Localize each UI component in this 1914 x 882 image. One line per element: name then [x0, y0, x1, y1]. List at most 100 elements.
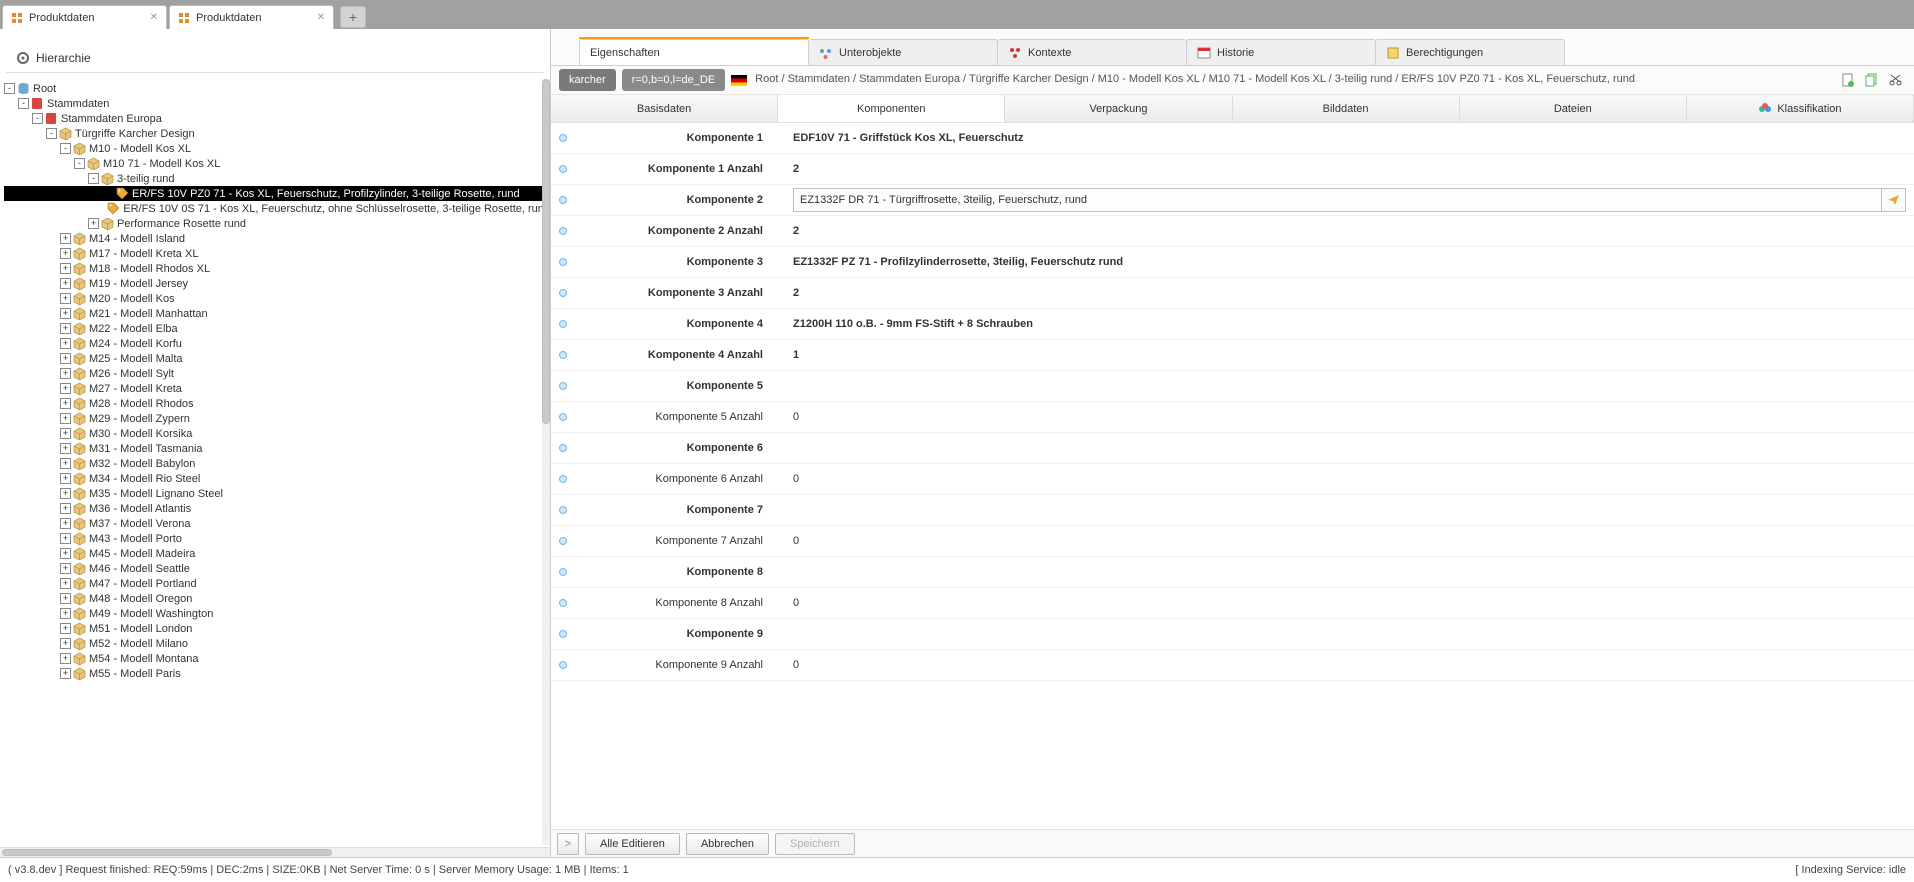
cut-icon[interactable] — [1886, 70, 1906, 90]
tree-toggle[interactable]: + — [60, 413, 71, 424]
horizontal-scrollbar[interactable] — [0, 847, 550, 857]
tree-toggle[interactable]: + — [60, 338, 71, 349]
tree-toggle[interactable]: + — [60, 593, 71, 604]
tree-node[interactable]: +M14 - Modell Island — [4, 231, 550, 246]
tree-node[interactable]: +M37 - Modell Verona — [4, 516, 550, 531]
sub-tab-verpackung[interactable]: Verpackung — [1005, 95, 1232, 122]
collapse-button[interactable]: > — [557, 833, 579, 855]
tree-node[interactable]: +M26 - Modell Sylt — [4, 366, 550, 381]
copy-icon[interactable] — [1862, 70, 1882, 90]
tree-node[interactable]: +M55 - Modell Paris — [4, 666, 550, 681]
tree-node[interactable]: +M34 - Modell Rio Steel — [4, 471, 550, 486]
new-page-icon[interactable] — [1838, 70, 1858, 90]
tree-node[interactable]: +M47 - Modell Portland — [4, 576, 550, 591]
tree-node[interactable]: ER/FS 10V PZ0 71 - Kos XL, Feuerschutz, … — [4, 186, 550, 201]
tree-toggle[interactable]: + — [60, 488, 71, 499]
vertical-scrollbar[interactable] — [542, 79, 550, 845]
tree-toggle[interactable]: + — [60, 458, 71, 469]
tree-node[interactable]: +M35 - Modell Lignano Steel — [4, 486, 550, 501]
tree-node[interactable]: +M49 - Modell Washington — [4, 606, 550, 621]
hierarchy-tree[interactable]: -Root-Stammdaten-Stammdaten Europa-Türgr… — [0, 77, 550, 847]
tree-toggle[interactable]: + — [60, 473, 71, 484]
tree-toggle[interactable]: + — [60, 668, 71, 679]
tree-node[interactable]: +M48 - Modell Oregon — [4, 591, 550, 606]
tree-node[interactable]: +M31 - Modell Tasmania — [4, 441, 550, 456]
tree-toggle[interactable]: + — [60, 383, 71, 394]
tree-toggle[interactable]: - — [74, 158, 85, 169]
locale-chip[interactable]: r=0,b=0,l=de_DE — [622, 69, 725, 91]
tree-node[interactable]: +M29 - Modell Zypern — [4, 411, 550, 426]
tree-node[interactable]: +M46 - Modell Seattle — [4, 561, 550, 576]
edit-all-button[interactable]: Alle Editieren — [585, 833, 680, 855]
tree-node[interactable]: -M10 - Modell Kos XL — [4, 141, 550, 156]
tree-node[interactable]: +Performance Rosette rund — [4, 216, 550, 231]
sub-tab-klassifikation[interactable]: Klassifikation — [1687, 95, 1914, 122]
tree-toggle[interactable]: + — [60, 398, 71, 409]
tab-properties[interactable]: Eigenschaften — [579, 39, 809, 65]
tree-toggle[interactable]: + — [60, 548, 71, 559]
tree-node[interactable]: +M43 - Modell Porto — [4, 531, 550, 546]
tree-node[interactable]: -3-teilig rund — [4, 171, 550, 186]
app-tab[interactable]: Produktdaten ✕ — [169, 5, 334, 29]
tab-history[interactable]: Historie — [1186, 39, 1376, 65]
tree-toggle[interactable]: + — [60, 638, 71, 649]
tree-node[interactable]: -M10 71 - Modell Kos XL — [4, 156, 550, 171]
gear-icon[interactable] — [16, 51, 30, 65]
cancel-button[interactable]: Abbrechen — [686, 833, 769, 855]
tree-toggle[interactable]: - — [18, 98, 29, 109]
tree-toggle[interactable]: + — [60, 578, 71, 589]
tree-toggle[interactable]: + — [60, 293, 71, 304]
tree-node[interactable]: +M36 - Modell Atlantis — [4, 501, 550, 516]
tree-toggle[interactable]: + — [60, 653, 71, 664]
tree-toggle[interactable]: + — [60, 278, 71, 289]
tree-node[interactable]: +M18 - Modell Rhodos XL — [4, 261, 550, 276]
tree-toggle[interactable]: - — [88, 173, 99, 184]
add-tab-button[interactable]: + — [340, 6, 366, 28]
save-button[interactable]: Speichern — [775, 833, 855, 855]
tenant-chip[interactable]: karcher — [559, 69, 616, 91]
tree-node[interactable]: +M51 - Modell London — [4, 621, 550, 636]
tree-toggle[interactable]: + — [60, 533, 71, 544]
tree-toggle[interactable]: + — [60, 428, 71, 439]
tree-toggle[interactable]: + — [88, 218, 99, 229]
tree-node[interactable]: +M17 - Modell Kreta XL — [4, 246, 550, 261]
property-picker-button[interactable] — [1882, 188, 1906, 212]
tree-toggle[interactable]: - — [60, 143, 71, 154]
tree-toggle[interactable]: + — [60, 503, 71, 514]
tree-toggle[interactable]: + — [60, 263, 71, 274]
close-icon[interactable]: ✕ — [317, 12, 325, 23]
tree-node[interactable]: +M52 - Modell Milano — [4, 636, 550, 651]
tree-toggle[interactable]: + — [60, 623, 71, 634]
tree-toggle[interactable]: + — [60, 233, 71, 244]
sub-tab-basisdaten[interactable]: Basisdaten — [551, 95, 778, 122]
tree-node[interactable]: +M20 - Modell Kos — [4, 291, 550, 306]
tree-toggle[interactable]: + — [60, 368, 71, 379]
tree-node[interactable]: +M45 - Modell Madeira — [4, 546, 550, 561]
tree-node[interactable]: +M24 - Modell Korfu — [4, 336, 550, 351]
tree-node[interactable]: +M30 - Modell Korsika — [4, 426, 550, 441]
tree-node[interactable]: +M22 - Modell Elba — [4, 321, 550, 336]
tree-node[interactable]: +M54 - Modell Montana — [4, 651, 550, 666]
tree-node[interactable]: +M32 - Modell Babylon — [4, 456, 550, 471]
tree-toggle[interactable]: - — [32, 113, 43, 124]
sub-tab-bilddaten[interactable]: Bilddaten — [1233, 95, 1460, 122]
tree-node[interactable]: +M25 - Modell Malta — [4, 351, 550, 366]
close-icon[interactable]: ✕ — [150, 12, 158, 23]
tree-toggle[interactable]: + — [60, 608, 71, 619]
tree-toggle[interactable]: + — [60, 323, 71, 334]
tree-toggle[interactable]: - — [46, 128, 57, 139]
tree-node[interactable]: ER/FS 10V 0S 71 - Kos XL, Feuerschutz, o… — [4, 201, 550, 216]
tree-toggle[interactable]: + — [60, 308, 71, 319]
tree-node[interactable]: +M27 - Modell Kreta — [4, 381, 550, 396]
tab-subobjects[interactable]: Unterobjekte — [808, 39, 998, 65]
tree-toggle[interactable]: + — [60, 563, 71, 574]
tree-node[interactable]: +M21 - Modell Manhattan — [4, 306, 550, 321]
tree-toggle[interactable]: - — [4, 83, 15, 94]
tree-node[interactable]: +M19 - Modell Jersey — [4, 276, 550, 291]
sub-tab-dateien[interactable]: Dateien — [1460, 95, 1687, 122]
tree-node[interactable]: -Türgriffe Karcher Design — [4, 126, 550, 141]
tree-node[interactable]: -Stammdaten Europa — [4, 111, 550, 126]
app-tab[interactable]: Produktdaten ✕ — [2, 5, 167, 29]
property-input[interactable]: EZ1332F DR 71 - Türgriffrosette, 3teilig… — [793, 188, 1882, 212]
tree-node[interactable]: -Stammdaten — [4, 96, 550, 111]
